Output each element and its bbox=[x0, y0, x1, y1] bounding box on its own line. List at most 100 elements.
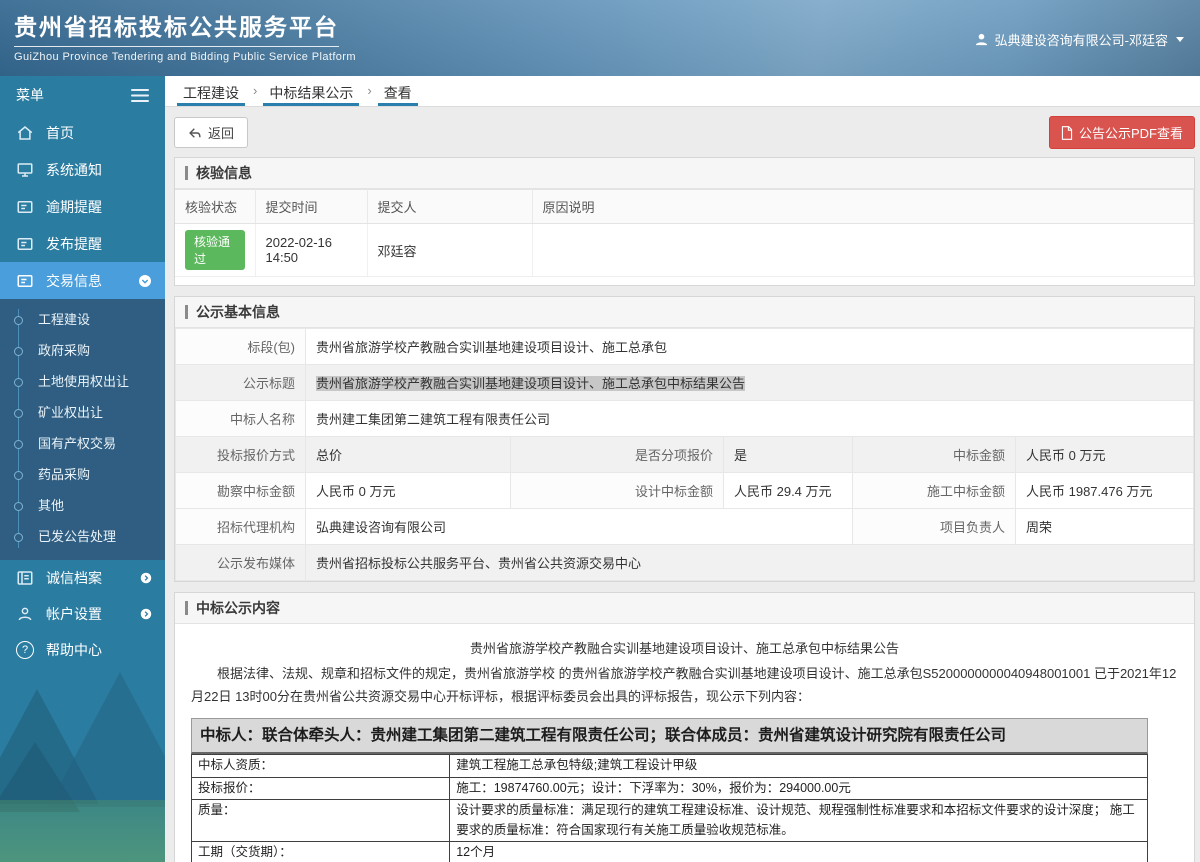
table-row: 中标人名称 贵州建工集团第二建筑工程有限责任公司 bbox=[175, 400, 1194, 437]
award-notice-content: 贵州省旅游学校产教融合实训基地建设项目设计、施工总承包中标结果公告 根据法律、法… bbox=[175, 624, 1194, 862]
sidebar-item-trade-info[interactable]: 交易信息 bbox=[0, 262, 165, 299]
pdf-view-button-label: 公告公示PDF查看 bbox=[1078, 126, 1183, 141]
table-row: 公示标题 贵州省旅游学校产教融合实训基地建设项目设计、施工总承包中标结果公告 bbox=[175, 364, 1194, 401]
column-header: 核验状态 bbox=[175, 189, 256, 224]
field-value: 贵州省旅游学校产教融合实训基地建设项目设计、施工总承包 bbox=[305, 328, 1194, 365]
sidebar-item-notifications[interactable]: 系统通知 bbox=[0, 151, 165, 188]
field-label: 设计中标金额 bbox=[510, 472, 724, 509]
verify-header-row: 核验状态 提交时间 提交人 原因说明 bbox=[175, 189, 1194, 224]
detail-value: 设计要求的质量标准：满足现行的建筑工程建设标准、设计规范、规程强制性标准要求和本… bbox=[449, 799, 1149, 842]
breadcrumb-engineering[interactable]: 工程建设 bbox=[177, 76, 245, 106]
table-row: 标段(包) 贵州省旅游学校产教融合实训基地建设项目设计、施工总承包 bbox=[175, 328, 1194, 365]
status-badge: 核验通过 bbox=[185, 230, 245, 270]
field-value: 总价 bbox=[305, 436, 511, 473]
verify-table: 核验状态 提交时间 提交人 原因说明 核验通过 2022-02-16 14:50… bbox=[175, 189, 1194, 277]
table-row: 投标报价： 施工：19874760.00元；设计：下浮率为：30%，报价为：29… bbox=[190, 776, 1149, 801]
sidebar-subitem-engineering[interactable]: 工程建设 bbox=[0, 304, 165, 335]
column-header: 原因说明 bbox=[532, 189, 1194, 224]
basic-info-panel: 公示基本信息 标段(包) 贵州省旅游学校产教融合实训基地建设项目设计、施工总承包… bbox=[174, 296, 1195, 582]
column-header: 提交人 bbox=[367, 189, 533, 224]
sidebar-subitem-other[interactable]: 其他 bbox=[0, 490, 165, 521]
sidebar-item-credit-archive[interactable]: 诚信档案 bbox=[0, 560, 165, 596]
sidebar: 菜单 首页 系统通知 逾期提醒 发布提醒 交易信息 工程建设 政府采购 土地使用… bbox=[0, 76, 165, 862]
field-value: 贵州建工集团第二建筑工程有限责任公司 bbox=[305, 400, 1194, 437]
menu-label: 菜单 bbox=[16, 87, 44, 103]
sidebar-subitem-land-use[interactable]: 土地使用权出让 bbox=[0, 366, 165, 397]
hamburger-icon[interactable] bbox=[131, 88, 149, 102]
section-accent-bar bbox=[185, 601, 188, 615]
app-title: 贵州省招标投标公共服务平台 bbox=[14, 8, 339, 47]
basic-info-table: 标段(包) 贵州省旅游学校产教融合实训基地建设项目设计、施工总承包 公示标题 贵… bbox=[175, 328, 1194, 581]
field-value: 周荣 bbox=[1015, 508, 1194, 545]
chevron-right-icon bbox=[139, 607, 153, 621]
sidebar-landscape-art bbox=[0, 647, 165, 862]
sidebar-item-publish-reminder[interactable]: 发布提醒 bbox=[0, 225, 165, 262]
notice-title: 贵州省旅游学校产教融合实训基地建设项目设计、施工总承包中标结果公告 bbox=[469, 641, 899, 656]
brand: 贵州省招标投标公共服务平台 GuiZhou Province Tendering… bbox=[14, 8, 356, 63]
reason bbox=[532, 223, 1194, 277]
basic-info-title: 公示基本信息 bbox=[196, 304, 280, 320]
caret-down-icon bbox=[1176, 37, 1184, 42]
sidebar-subitem-published-notices[interactable]: 已发公告处理 bbox=[0, 521, 165, 552]
field-label: 施工中标金额 bbox=[852, 472, 1016, 509]
verify-panel: 核验信息 核验状态 提交时间 提交人 原因说明 核验通过 2022-02-16 … bbox=[174, 157, 1195, 286]
notice-paragraph: 根据法律、法规、规章和招标文件的规定，贵州省旅游学校 的贵州省旅游学校产教融合实… bbox=[191, 665, 1177, 704]
field-label: 勘察中标金额 bbox=[175, 472, 306, 509]
field-label: 项目负责人 bbox=[852, 508, 1016, 545]
app-subtitle: GuiZhou Province Tendering and Bidding P… bbox=[14, 51, 356, 63]
field-label: 中标金额 bbox=[852, 436, 1016, 473]
breadcrumb-bid-result[interactable]: 中标结果公示 bbox=[263, 76, 360, 106]
sidebar-subitem-mining-rights[interactable]: 矿业权出让 bbox=[0, 397, 165, 428]
detail-label: 中标人资质： bbox=[190, 754, 451, 778]
award-section-title: 中标公示内容 bbox=[196, 600, 280, 616]
verify-data-row: 核验通过 2022-02-16 14:50 邓廷容 bbox=[175, 223, 1194, 277]
main-content: 工程建设 › 中标结果公示 › 查看 返回 公告公示PDF查看 核验信息 核验状… bbox=[165, 76, 1200, 862]
sidebar-item-label: 逾期提醒 bbox=[46, 198, 102, 215]
table-row: 招标代理机构 弘典建设咨询有限公司 项目负责人 周荣 bbox=[175, 508, 1194, 545]
user-outline-icon bbox=[16, 605, 34, 623]
sidebar-item-label: 交易信息 bbox=[46, 272, 102, 289]
table-row: 质量： 设计要求的质量标准：满足现行的建筑工程建设标准、设计规范、规程强制性标准… bbox=[190, 799, 1149, 842]
sidebar-item-label: 帐户设置 bbox=[46, 606, 102, 622]
detail-value: 施工：19874760.00元；设计：下浮率为：30%，报价为：294000.0… bbox=[449, 776, 1149, 801]
award-panel: 中标公示内容 贵州省旅游学校产教融合实训基地建设项目设计、施工总承包中标结果公告… bbox=[174, 592, 1195, 862]
field-label: 公示发布媒体 bbox=[175, 544, 306, 581]
list-icon bbox=[16, 569, 34, 587]
detail-label: 质量： bbox=[190, 799, 451, 842]
home-icon bbox=[16, 124, 34, 142]
verify-section-title: 核验信息 bbox=[196, 165, 252, 181]
sidebar-item-overdue-reminder[interactable]: 逾期提醒 bbox=[0, 188, 165, 225]
chevron-right-icon bbox=[139, 571, 153, 585]
user-menu[interactable]: 弘典建设咨询有限公司-邓廷容 bbox=[974, 30, 1184, 49]
chevron-down-icon bbox=[137, 273, 153, 289]
sidebar-item-account-settings[interactable]: 帐户设置 bbox=[0, 596, 165, 632]
field-label: 中标人名称 bbox=[175, 400, 306, 437]
column-header: 提交时间 bbox=[255, 189, 368, 224]
submit-time: 2022-02-16 14:50 bbox=[255, 223, 368, 277]
sidebar-subitem-gov-procurement[interactable]: 政府采购 bbox=[0, 335, 165, 366]
sidebar-item-label: 系统通知 bbox=[46, 161, 102, 178]
field-value: 人民币 0 万元 bbox=[305, 472, 511, 509]
sidebar-submenu: 工程建设 政府采购 土地使用权出让 矿业权出让 国有产权交易 药品采购 其他 已… bbox=[0, 299, 165, 560]
sidebar-item-label: 诚信档案 bbox=[46, 570, 102, 586]
field-label: 投标报价方式 bbox=[175, 436, 306, 473]
back-button[interactable]: 返回 bbox=[174, 117, 249, 148]
field-value: 弘典建设咨询有限公司 bbox=[305, 508, 853, 545]
back-button-label: 返回 bbox=[208, 126, 235, 141]
pdf-view-button[interactable]: 公告公示PDF查看 bbox=[1048, 116, 1195, 149]
breadcrumb-separator: › bbox=[367, 83, 372, 98]
field-value: 人民币 1987.476 万元 bbox=[1015, 472, 1194, 509]
winner-header: 中标人：联合体牵头人：贵州建工集团第二建筑工程有限责任公司；联合体成员：贵州省建… bbox=[191, 718, 1149, 755]
section-accent-bar bbox=[185, 305, 188, 319]
sidebar-item-home[interactable]: 首页 bbox=[0, 114, 165, 151]
detail-label: 工期（交货期）： bbox=[190, 840, 451, 862]
sidebar-item-help-center[interactable]: 帮助中心 bbox=[0, 632, 165, 668]
field-value-highlighted: 贵州省旅游学校产教融合实训基地建设项目设计、施工总承包中标结果公告 bbox=[316, 376, 746, 391]
breadcrumb-view[interactable]: 查看 bbox=[377, 76, 418, 106]
sidebar-subitem-pharma[interactable]: 药品采购 bbox=[0, 459, 165, 490]
table-row: 投标报价方式 总价 是否分项报价 是 中标金额 人民币 0 万元 bbox=[175, 436, 1194, 473]
field-value: 人民币 29.4 万元 bbox=[723, 472, 853, 509]
sidebar-subitem-state-property[interactable]: 国有产权交易 bbox=[0, 428, 165, 459]
breadcrumb-separator: › bbox=[253, 83, 258, 98]
toolbar: 返回 公告公示PDF查看 bbox=[165, 107, 1200, 157]
